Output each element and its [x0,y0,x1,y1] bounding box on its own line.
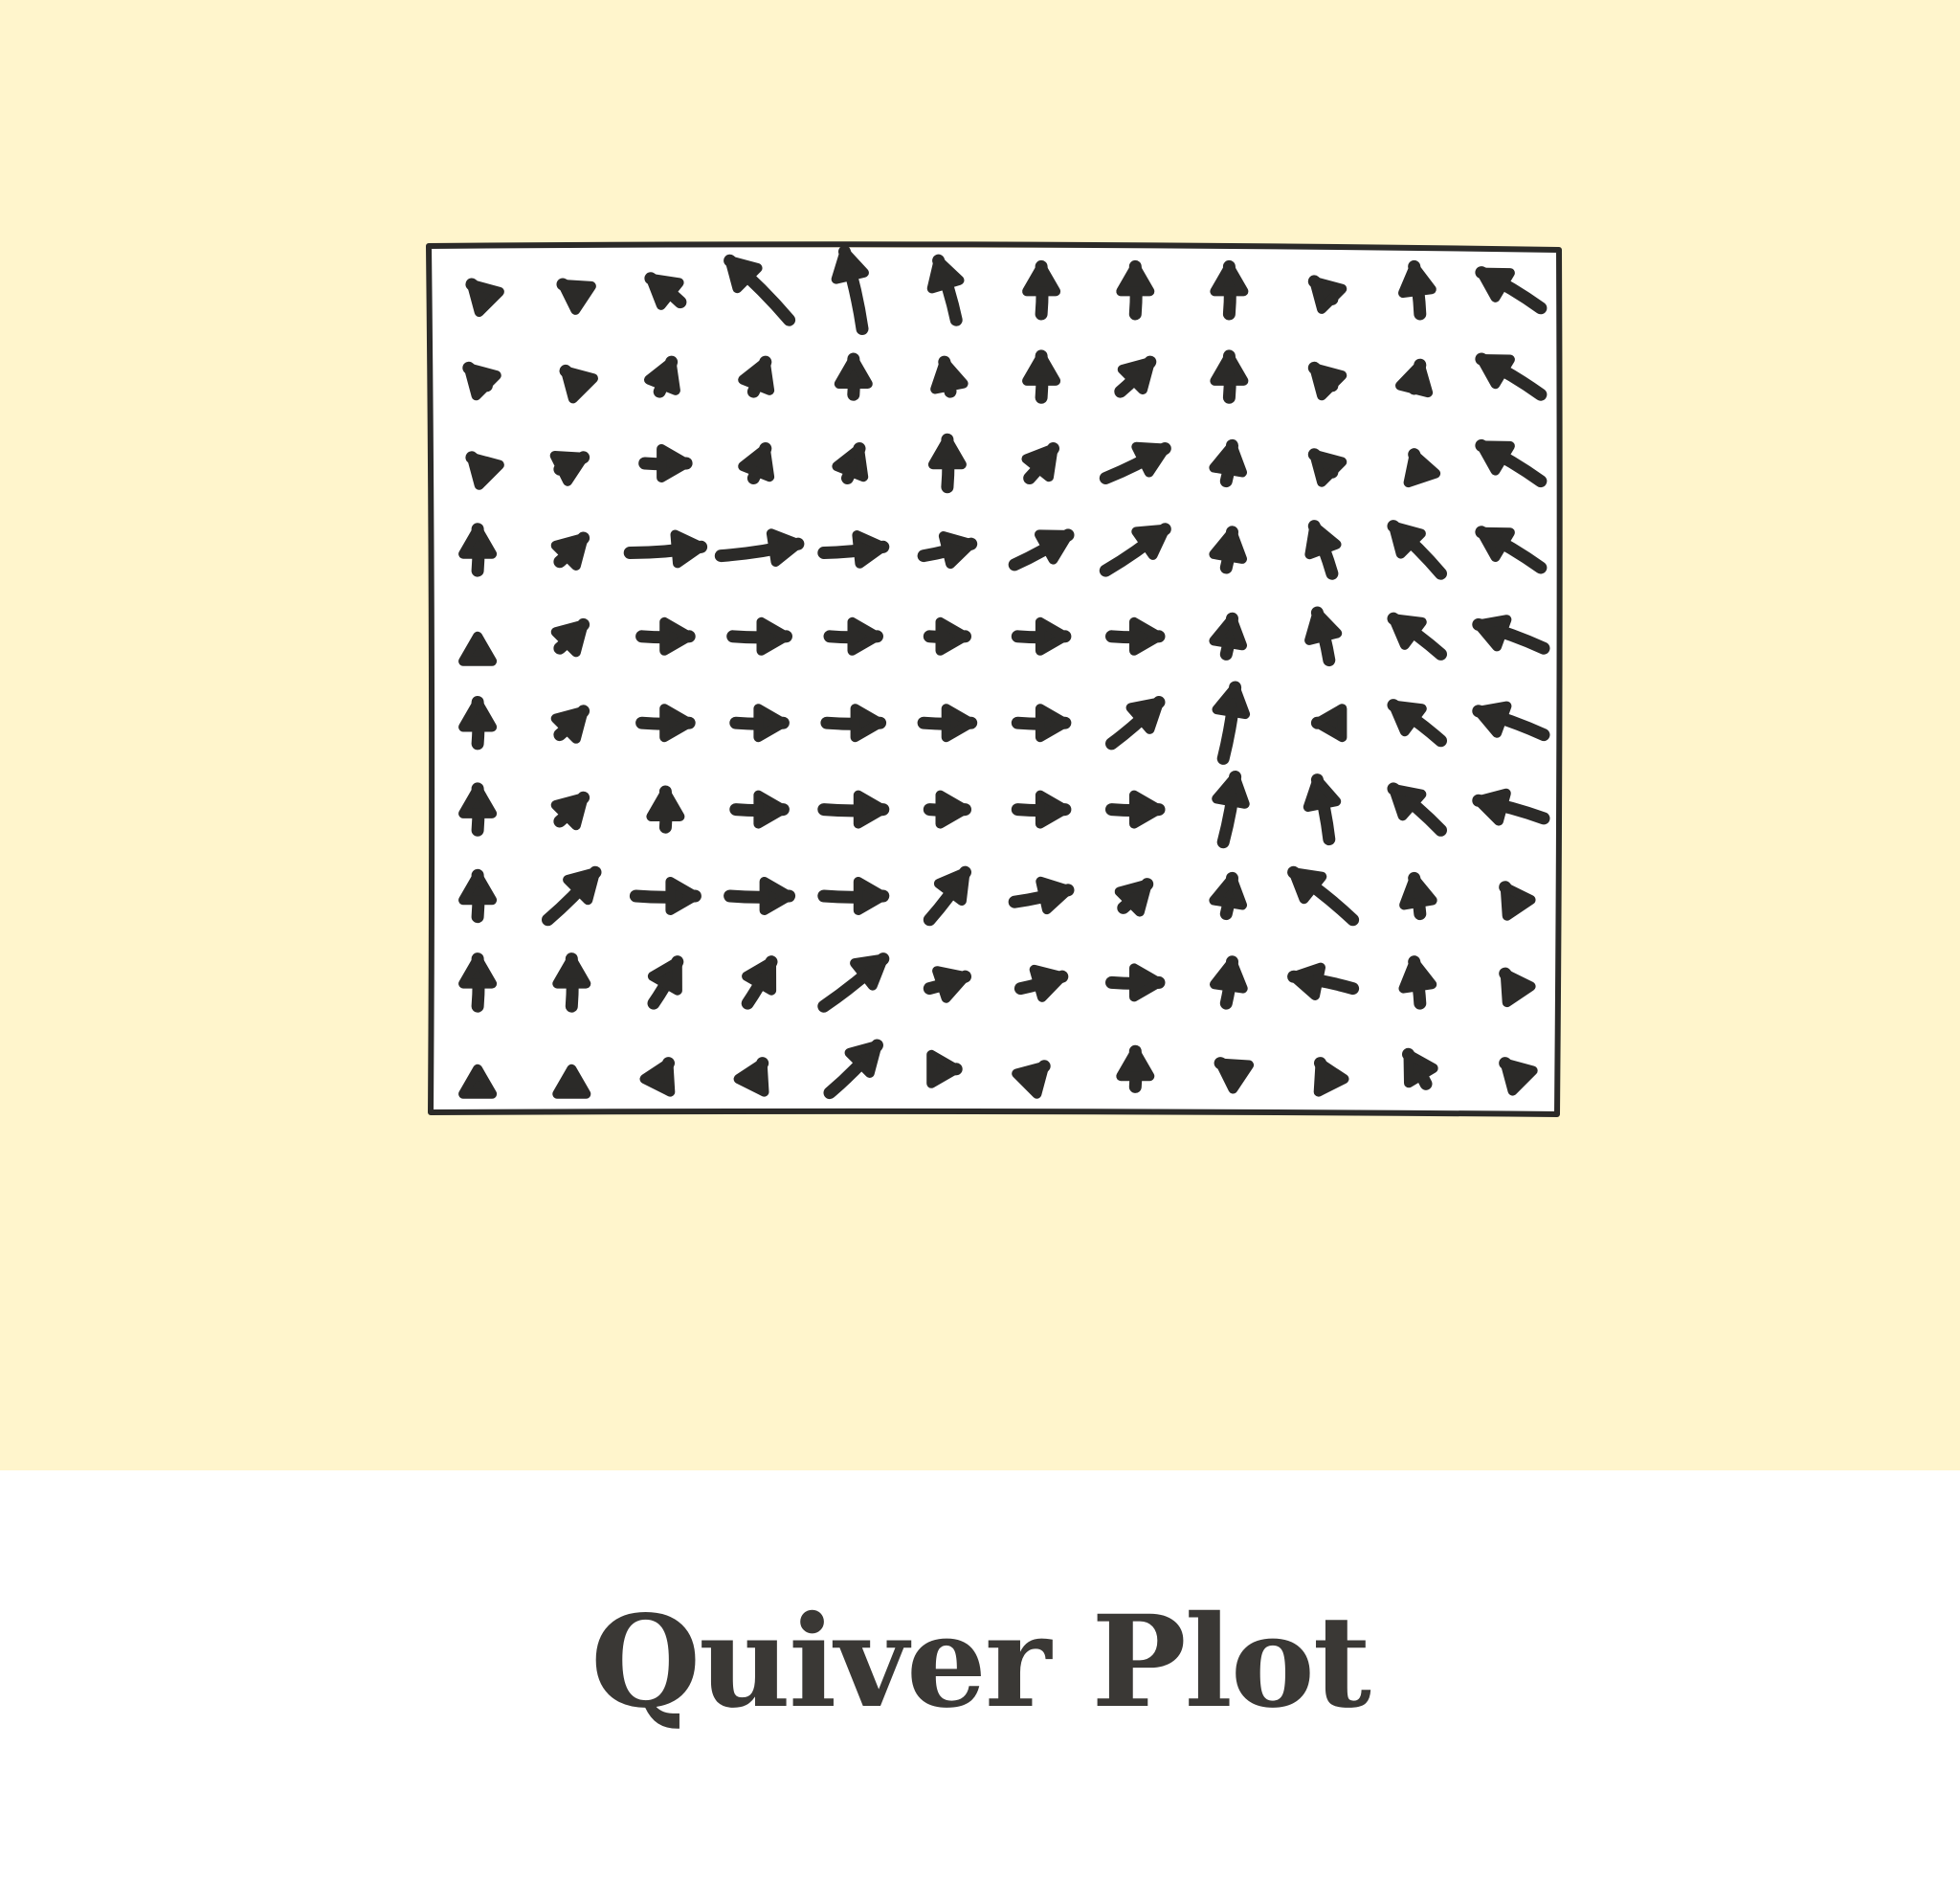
plot-background [431,247,1558,1112]
caption-panel: Quiver Plot [0,1470,1960,1882]
quiver-arrow [1114,878,1154,917]
illustration-panel [0,0,1960,1470]
quiver-arrow [550,705,590,744]
quiver-arrow [550,791,590,831]
quiver-chart [426,241,1563,1117]
quiver-arrow [1021,442,1059,484]
plot-frame [426,241,1563,1117]
quiver-arrow [550,531,590,571]
quiver-arrow [1114,355,1157,398]
quiver-arrow [644,272,687,310]
quiver-arrow [550,617,590,658]
chart-title: Quiver Plot [590,1587,1371,1736]
